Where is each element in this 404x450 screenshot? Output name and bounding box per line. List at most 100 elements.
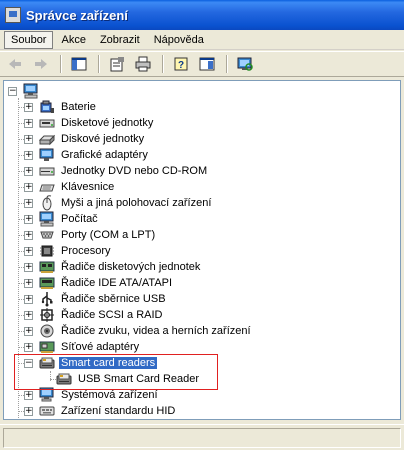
tree-item-label: Síťové adaptéry [61,341,140,353]
expand-toggle[interactable]: + [24,294,33,304]
tree-item-radice-zvuku-videa-a-hernich-zarizeni[interactable]: + Řadiče zvuku, videa a herních zařízení [24,323,253,339]
network-adapter-icon [39,341,55,353]
expand-toggle[interactable]: + [24,182,33,192]
tree-item-label: Počítač [61,213,98,225]
ide-controller-icon [39,277,55,289]
toolbar: ? [0,51,404,77]
computer-icon [39,211,54,227]
back-button[interactable] [4,53,26,75]
expand-toggle[interactable]: + [24,310,33,320]
port-icon [40,231,54,239]
title-bar[interactable]: Správce zařízení [0,0,404,30]
tree-item-mysi-a-jina-polohovaci-zarizeni[interactable]: + Myši a jiná polohovací zařízení [24,195,213,211]
tree-item-disketove-jednotky[interactable]: + Disketové jednotky [24,115,155,131]
annotation-highlight-box [14,354,218,390]
expand-toggle[interactable]: + [24,390,33,400]
tree-item-porty-com-a-lpt[interactable]: + Porty (COM a LPT) [24,227,157,243]
scan-hardware-button[interactable] [234,53,256,75]
tree-item-jednotky-dvd-nebo-cd-rom[interactable]: + Jednotky DVD nebo CD-ROM [24,163,209,179]
menu-napoveda-label: Nápověda [153,33,204,46]
show-hide-button[interactable] [196,53,218,75]
expand-toggle[interactable]: + [24,214,33,224]
tree-item-label: Jednotky DVD nebo CD-ROM [61,165,208,177]
expand-toggle[interactable]: + [24,278,33,288]
menu-soubor-label: Soubor [11,33,47,46]
expand-toggle[interactable]: + [24,166,33,176]
device-manager-icon [5,7,21,23]
help-button[interactable]: ? [170,53,192,75]
console-tree-button[interactable] [68,53,90,75]
tree-item-label: Zařízení standardu HID [61,405,176,417]
console-tree-icon [71,57,87,71]
properties-button[interactable] [106,53,128,75]
floppy-drive-icon [39,119,55,128]
tree-item-label: Diskové jednotky [61,133,145,145]
sound-icon [40,324,54,338]
help-icon: ? [174,57,188,71]
expand-toggle[interactable]: + [24,134,33,144]
tree-item-sitove-adaptery[interactable]: + Síťové adaptéry [24,339,141,355]
floppy-controller-icon [39,261,55,273]
svg-text:?: ? [178,60,184,71]
battery-icon [40,100,54,113]
processor-icon [40,245,54,257]
expand-toggle[interactable]: + [24,198,33,208]
tree-item-label: Řadiče sběrnice USB [61,293,166,305]
scan-hardware-icon [237,57,253,71]
expand-toggle[interactable]: + [24,406,33,416]
menu-bar: Soubor Akce Zobrazit Nápověda [0,30,404,50]
tree-item-diskove-jednotky[interactable]: + Diskové jednotky [24,131,146,147]
menu-soubor[interactable]: Soubor [4,30,54,49]
collapse-toggle[interactable]: − [8,86,17,96]
print-icon [135,56,151,72]
scsi-icon [40,308,54,322]
print-button[interactable] [132,53,154,75]
tree-item-label: Procesory [61,245,111,257]
tree-item-radice-ide-ata-atapi[interactable]: + Řadiče IDE ATA/ATAPI [24,275,174,291]
status-bar [0,424,404,450]
tree-item-radice-disketovych-jednotek[interactable]: + Řadiče disketových jednotek [24,259,202,275]
tree-item-label: Baterie [61,101,96,113]
expand-toggle[interactable]: + [24,118,33,128]
toolbar-separator [226,55,228,73]
tree-item-label: Myši a jiná polohovací zařízení [61,197,212,209]
tree-item-klavesnice[interactable]: + Klávesnice [24,179,116,195]
properties-icon [110,57,124,72]
tree-item-label: Řadiče disketových jednotek [61,261,201,273]
status-panel [3,428,401,448]
tree-root[interactable]: − [8,83,43,99]
toolbar-separator [60,55,62,73]
tree-item-radice-scsi-a-raid[interactable]: + Řadiče SCSI a RAID [24,307,164,323]
forward-button[interactable] [30,53,52,75]
disk-drive-icon [39,134,55,146]
device-tree[interactable]: − + Baterie + Disketové jednotky + Diskové je… [3,80,401,420]
forward-arrow-icon [35,59,47,69]
expand-toggle[interactable]: + [24,150,33,160]
back-arrow-icon [9,59,21,69]
toolbar-separator [162,55,164,73]
menu-zobrazit[interactable]: Zobrazit [94,32,146,48]
tree-item-graficke-adaptery[interactable]: + Grafické adaptéry [24,147,150,163]
tree-item-baterie[interactable]: + Baterie [24,99,98,115]
tree-item-label: Systémová zařízení [61,389,158,401]
tree-item-zarizeni-standardu-hid[interactable]: + Zařízení standardu HID [24,403,177,419]
tree-item-radice-sbernice-usb[interactable]: + Řadiče sběrnice USB [24,291,168,307]
menu-zobrazit-label: Zobrazit [99,33,140,46]
expand-toggle[interactable]: + [24,102,33,112]
hid-icon [39,406,55,416]
tree-item-label: Řadiče IDE ATA/ATAPI [61,277,173,289]
expand-toggle[interactable]: + [24,230,33,240]
toolbar-separator [98,55,100,73]
menu-napoveda[interactable]: Nápověda [148,32,210,48]
expand-toggle[interactable]: + [24,342,33,352]
menu-akce[interactable]: Akce [55,32,91,48]
tree-item-procesory[interactable]: + Procesory [24,243,113,259]
keyboard-icon [39,184,55,192]
expand-toggle[interactable]: + [24,326,33,336]
expand-toggle[interactable]: + [24,262,33,272]
expand-toggle[interactable]: + [24,246,33,256]
computer-icon [23,83,38,99]
tree-item-label: Řadiče SCSI a RAID [61,309,163,321]
tree-item-pocitac[interactable]: + Počítač [24,211,100,227]
display-adapter-icon [39,148,54,161]
